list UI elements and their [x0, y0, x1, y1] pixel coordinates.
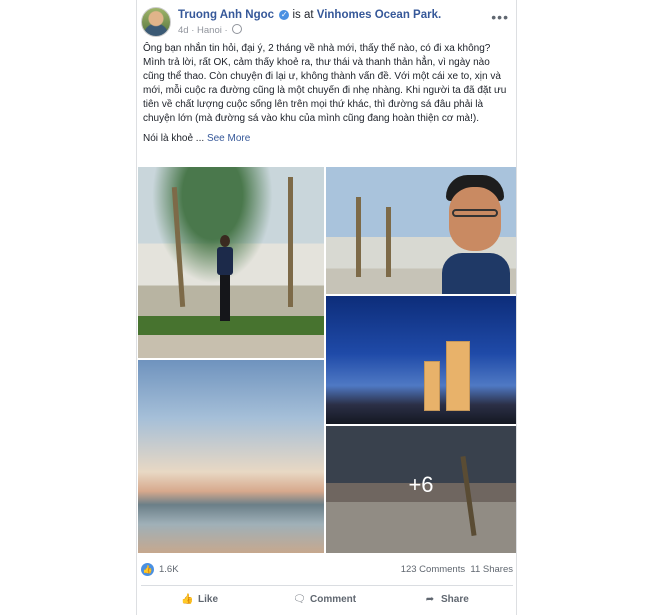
globe-icon [232, 24, 243, 34]
post-body-tail: Nói là khoẻ ... See More [143, 132, 511, 146]
share-label: Share [441, 594, 469, 605]
share-button[interactable]: ➦ Share [424, 589, 469, 611]
comment-icon: 🗨 [293, 594, 306, 605]
verified-badge-icon: ✓ [279, 10, 290, 20]
post-text: Ông bạn nhắn tin hỏi, đại ý, 2 tháng về … [143, 42, 511, 146]
divider [141, 585, 513, 586]
photo-night-towers[interactable] [326, 296, 516, 424]
photo-grid: +6 [137, 166, 516, 554]
connector-text: is at [292, 9, 314, 21]
post-location: Hanoi [197, 25, 222, 36]
see-more-link[interactable]: See More [207, 133, 250, 144]
post-card: Truong Anh Ngoc ✓ is at Vinhomes Ocean P… [136, 0, 517, 615]
like-reaction-icon: 👍 [141, 563, 154, 576]
more-photos-count[interactable]: +6 [326, 472, 516, 498]
post-tail-text: Nói là khoẻ ... [143, 133, 205, 144]
post-meta: 4d · Hanoi · [178, 24, 243, 36]
post-stats: 👍 1.6K 123 Comments 11 Shares [141, 563, 513, 579]
post-title-line: Truong Anh Ngoc ✓ is at Vinhomes Ocean P… [178, 9, 441, 21]
comment-label: Comment [310, 594, 357, 605]
shares-count[interactable]: 11 Shares [470, 564, 513, 575]
share-icon: ➦ [425, 594, 435, 605]
post-time[interactable]: 4d [178, 25, 189, 36]
photo-runner[interactable] [138, 167, 324, 358]
photo-beach[interactable]: +6 [326, 426, 516, 553]
photo-sunset-lake[interactable] [138, 360, 324, 553]
post-header: Truong Anh Ngoc ✓ is at Vinhomes Ocean P… [141, 7, 511, 37]
comment-button[interactable]: 🗨 Comment [293, 589, 356, 611]
like-button[interactable]: 👍 Like [181, 589, 218, 611]
more-options-icon[interactable]: ••• [491, 9, 509, 25]
author-name[interactable]: Truong Anh Ngoc [178, 9, 274, 21]
comments-count[interactable]: 123 Comments [401, 564, 465, 575]
like-count[interactable]: 1.6K [159, 564, 179, 575]
comment-share-counts: 123 Comments 11 Shares [401, 564, 513, 575]
post-actions: 👍 Like 🗨 Comment ➦ Share [137, 589, 516, 611]
photo-selfie[interactable] [326, 167, 516, 294]
post-body: Ông bạn nhắn tin hỏi, đại ý, 2 tháng về … [143, 43, 507, 124]
author-avatar[interactable] [141, 7, 171, 37]
place-link[interactable]: Vinhomes Ocean Park. [317, 9, 441, 21]
thumbs-up-icon: 👍 [181, 594, 194, 605]
like-label: Like [198, 594, 219, 605]
